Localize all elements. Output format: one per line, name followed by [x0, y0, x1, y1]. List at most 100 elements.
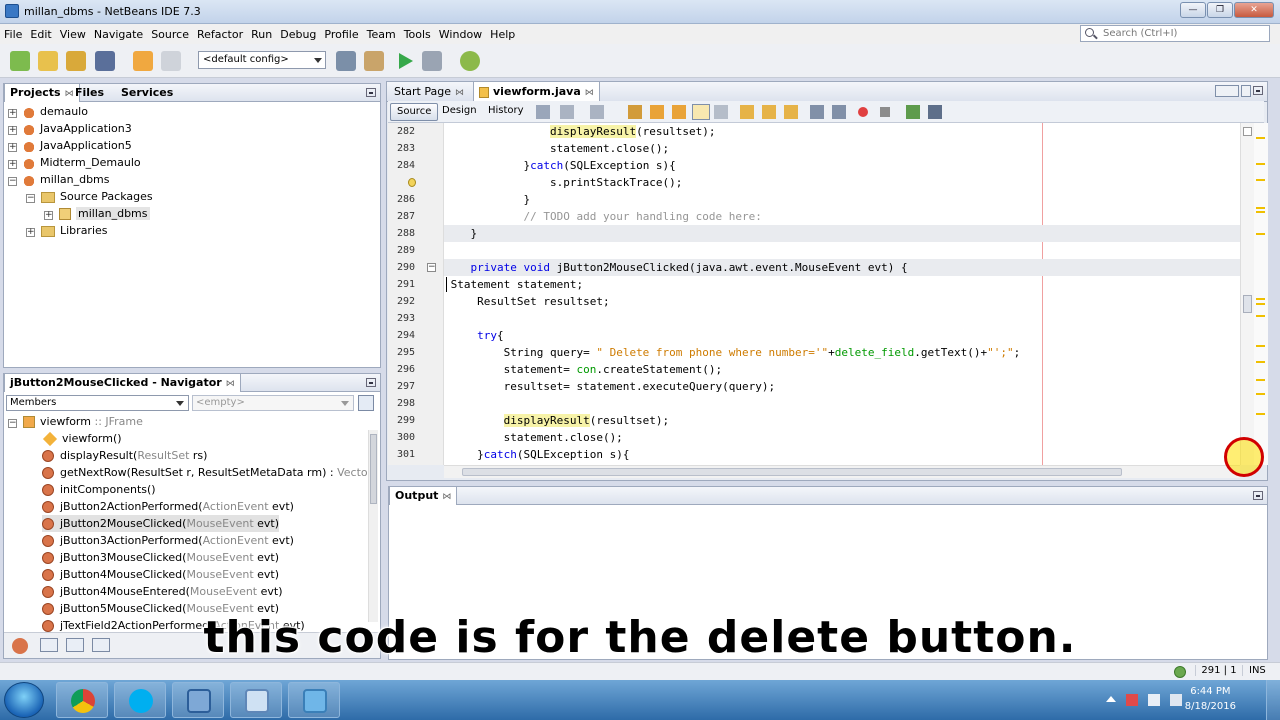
- stripe-mark[interactable]: [1256, 303, 1265, 305]
- minimize-panel-icon[interactable]: [366, 88, 376, 97]
- close-icon[interactable]: ⋈: [226, 379, 235, 389]
- stripe-mark[interactable]: [1256, 393, 1265, 395]
- close-icon[interactable]: ⋈: [442, 492, 451, 502]
- build-hammer-icon[interactable]: [336, 51, 356, 71]
- minimize-button[interactable]: —: [1180, 2, 1206, 18]
- tree-item-demaulo[interactable]: + demaulo: [8, 103, 88, 120]
- find-next-icon[interactable]: [672, 105, 686, 119]
- nav-member[interactable]: initComponents(): [42, 481, 156, 498]
- nav-root-viewform[interactable]: − viewform :: JFrame: [8, 413, 143, 430]
- collapse-icon[interactable]: −: [26, 194, 35, 203]
- editor-vertical-scrollbar[interactable]: [1240, 123, 1254, 465]
- menu-view[interactable]: View: [60, 28, 86, 41]
- nav-member-selected[interactable]: jButton2MouseClicked(MouseEvent evt): [42, 515, 280, 532]
- volume-icon[interactable]: [1170, 694, 1182, 706]
- menu-run[interactable]: Run: [251, 28, 272, 41]
- lightbulb-hint-icon[interactable]: [408, 178, 416, 187]
- error-stripe[interactable]: [1254, 123, 1268, 465]
- stripe-mark[interactable]: [1256, 361, 1265, 363]
- search-input[interactable]: Search (Ctrl+I): [1080, 25, 1270, 42]
- stripe-mark[interactable]: [1256, 207, 1265, 209]
- minimize-panel-icon[interactable]: [1253, 491, 1263, 500]
- redo-icon[interactable]: [161, 51, 181, 71]
- back-icon[interactable]: [560, 105, 574, 119]
- expand-icon[interactable]: +: [8, 126, 17, 135]
- members-select[interactable]: Members: [6, 395, 189, 411]
- menu-navigate[interactable]: Navigate: [94, 28, 143, 41]
- comment-icon[interactable]: [906, 105, 920, 119]
- toggle-bookmark-icon[interactable]: [784, 105, 798, 119]
- tab-output[interactable]: Output ⋈: [389, 487, 458, 505]
- code-line[interactable]: displayResult(resultset);: [444, 412, 1240, 429]
- code-line[interactable]: Statement statement;: [444, 276, 1240, 293]
- stripe-mark[interactable]: [1256, 233, 1265, 235]
- maximize-editor-icon[interactable]: [1253, 86, 1263, 95]
- code-line[interactable]: [444, 242, 1240, 259]
- tree-item-javaapplication3[interactable]: + JavaApplication3: [8, 120, 132, 137]
- forward-icon[interactable]: [590, 105, 604, 119]
- nav-member[interactable]: getNextRow(ResultSet r, ResultSetMetaDat…: [42, 464, 372, 481]
- stripe-mark[interactable]: [1256, 179, 1265, 181]
- collapse-icon[interactable]: −: [8, 419, 17, 428]
- menu-team[interactable]: Team: [367, 28, 396, 41]
- tree-item-libraries[interactable]: + Libraries: [26, 222, 108, 239]
- new-file-icon[interactable]: [10, 51, 30, 71]
- tab-start-page[interactable]: Start Page ⋈: [389, 82, 469, 102]
- expand-icon[interactable]: +: [8, 109, 17, 118]
- editor-horizontal-scrollbar[interactable]: [444, 465, 1240, 478]
- stripe-mark[interactable]: [1256, 298, 1265, 300]
- code-line[interactable]: }: [444, 191, 1240, 208]
- tray-expand-icon[interactable]: [1106, 696, 1116, 702]
- code-line[interactable]: displayResult(resultset);: [444, 123, 1240, 140]
- new-project-icon[interactable]: [38, 51, 58, 71]
- expand-icon[interactable]: +: [26, 228, 35, 237]
- code-line[interactable]: private void jButton2MouseClicked(java.a…: [444, 259, 1240, 276]
- mode-history-button[interactable]: History: [482, 103, 530, 121]
- find-previous-icon[interactable]: [650, 105, 664, 119]
- nav-member[interactable]: jButton3ActionPerformed(ActionEvent evt): [42, 532, 294, 549]
- menu-source[interactable]: Source: [151, 28, 189, 41]
- tree-item-source-packages[interactable]: − Source Packages: [26, 188, 153, 205]
- code-line[interactable]: [444, 395, 1240, 412]
- fold-icon[interactable]: −: [427, 263, 436, 272]
- mode-source-button[interactable]: Source: [390, 103, 439, 121]
- debug-icon[interactable]: [422, 51, 442, 71]
- expand-icon[interactable]: +: [8, 143, 17, 152]
- clean-build-icon[interactable]: [364, 51, 384, 71]
- restore-button[interactable]: ❐: [1207, 2, 1233, 18]
- code-line[interactable]: try{: [444, 327, 1240, 344]
- profile-icon[interactable]: [460, 51, 480, 71]
- shift-right-icon[interactable]: [832, 105, 846, 119]
- stripe-mark[interactable]: [1256, 379, 1265, 381]
- expand-icon[interactable]: +: [44, 211, 53, 220]
- menu-refactor[interactable]: Refactor: [197, 28, 243, 41]
- action-center-icon[interactable]: [1126, 694, 1138, 706]
- taskbar-skype[interactable]: [114, 682, 166, 718]
- run-icon[interactable]: [399, 53, 413, 69]
- minimize-panel-icon[interactable]: [366, 378, 376, 387]
- stripe-mark[interactable]: [1256, 413, 1265, 415]
- tree-item-package-millan-dbms[interactable]: + millan_dbms: [44, 205, 150, 222]
- code-line[interactable]: resultset= statement.executeQuery(query)…: [444, 378, 1240, 395]
- code-area[interactable]: displayResult(resultset); statement.clos…: [444, 123, 1240, 465]
- find-icon[interactable]: [628, 105, 642, 119]
- scrollbar-thumb[interactable]: [1243, 295, 1252, 313]
- tree-item-millan-dbms[interactable]: − millan_dbms: [8, 171, 110, 188]
- code-line[interactable]: }: [444, 225, 1240, 242]
- tab-scroll-icon[interactable]: [1215, 85, 1239, 97]
- menu-tools[interactable]: Tools: [404, 28, 431, 41]
- stop-macro-icon[interactable]: [880, 107, 890, 117]
- code-line[interactable]: }catch(SQLException s){: [444, 157, 1240, 174]
- network-icon[interactable]: [1148, 694, 1160, 706]
- scrollbar-thumb[interactable]: [462, 468, 1122, 476]
- nav-member[interactable]: jButton4MouseEntered(MouseEvent evt): [42, 583, 283, 600]
- start-macro-icon[interactable]: [858, 107, 868, 117]
- menu-profile[interactable]: Profile: [324, 28, 358, 41]
- tab-viewform-java[interactable]: viewform.java ⋈: [473, 82, 600, 102]
- tab-services[interactable]: Services: [116, 84, 178, 102]
- scrollbar-thumb[interactable]: [370, 434, 377, 504]
- menu-help[interactable]: Help: [490, 28, 515, 41]
- close-icon[interactable]: ⋈: [455, 88, 464, 98]
- nav-member[interactable]: jButton3MouseClicked(MouseEvent evt): [42, 549, 279, 566]
- menu-edit[interactable]: Edit: [30, 28, 51, 41]
